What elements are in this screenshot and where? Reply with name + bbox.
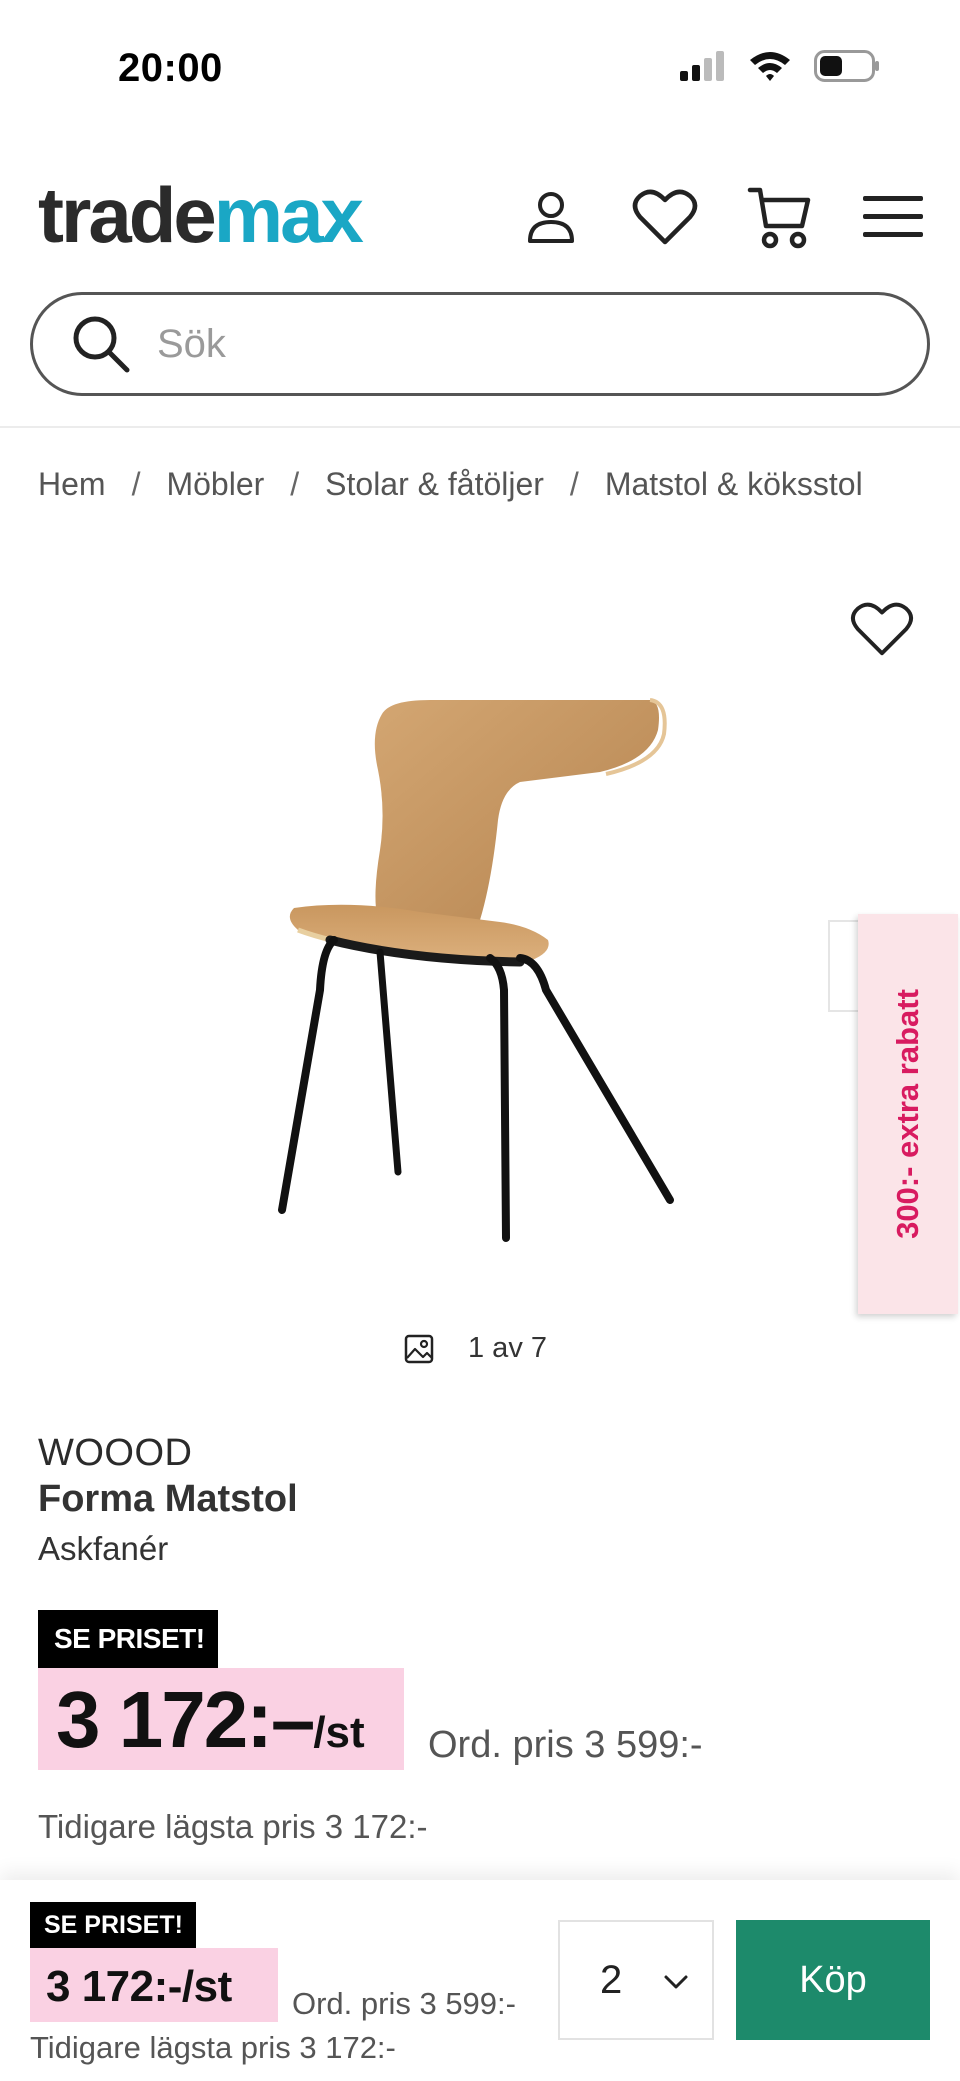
- battery-icon: [814, 50, 879, 82]
- cart-button[interactable]: [740, 182, 818, 252]
- product-price: 3 172:–/st: [56, 1680, 365, 1760]
- signal-icon: [680, 51, 724, 81]
- breadcrumb-separator: /: [290, 466, 300, 502]
- gallery-next-edge[interactable]: [828, 920, 858, 1012]
- header-divider: [0, 426, 960, 428]
- breadcrumb-item-mobler[interactable]: Möbler: [166, 466, 264, 503]
- search-bar[interactable]: [30, 292, 930, 396]
- promo-extra-discount-tab[interactable]: 300:- extra rabatt: [858, 914, 958, 1314]
- search-icon: [73, 316, 130, 373]
- ordinary-price: Ord. pris 3 599:-: [428, 1724, 703, 1766]
- logo-text-trade: trade: [38, 171, 217, 259]
- price-badge: SE PRISET!: [38, 1610, 218, 1668]
- status-bar: 20:00: [0, 0, 960, 130]
- sticky-lowest-price: Tidigare lägsta pris 3 172:-: [30, 2030, 396, 2065]
- sticky-price: 3 172:-/st: [46, 1962, 232, 2011]
- product-wishlist-button[interactable]: [850, 600, 914, 660]
- price-unit: /st: [313, 1708, 365, 1757]
- product-variant: Askfanér: [38, 1530, 169, 1567]
- breadcrumb: Hem / Möbler / Stolar & fåtöljer / Matst…: [38, 466, 863, 503]
- account-button[interactable]: [512, 182, 590, 252]
- wifi-icon: [750, 52, 790, 81]
- product-brand[interactable]: WOOOD: [38, 1432, 192, 1475]
- price-highlight-sticky: 3 172:-/st: [30, 1948, 278, 2022]
- lowest-previous-price: Tidigare lägsta pris 3 172:-: [38, 1808, 428, 1845]
- product-image-chair[interactable]: [270, 690, 690, 1250]
- search-input[interactable]: [157, 321, 917, 367]
- buy-button[interactable]: Köp: [736, 1920, 930, 2040]
- breadcrumb-separator: /: [131, 466, 141, 502]
- breadcrumb-item-matstol[interactable]: Matstol & köksstol: [605, 466, 863, 503]
- gallery-counter[interactable]: 1 av 7: [404, 1332, 547, 1365]
- product-name: Forma Matstol: [38, 1478, 298, 1520]
- chevron-down-icon: [664, 1975, 688, 1989]
- wishlist-button[interactable]: [626, 182, 704, 252]
- logo-text-max: max: [213, 171, 364, 259]
- breadcrumb-item-hem[interactable]: Hem: [38, 466, 106, 503]
- site-header: trademax: [0, 170, 960, 260]
- heart-icon: [850, 602, 914, 656]
- cart-icon: [747, 187, 811, 249]
- quantity-select[interactable]: 2: [558, 1920, 714, 2040]
- sticky-buy-bar: SE PRISET! 3 172:-/st Ord. pris 3 599:- …: [0, 1880, 960, 2081]
- status-icons: [678, 50, 880, 82]
- gallery-counter-text: 1 av 7: [468, 1332, 547, 1364]
- sticky-ordinary-price: Ord. pris 3 599:-: [292, 1986, 516, 2021]
- status-time: 20:00: [118, 46, 223, 90]
- promo-tab-label: 300:- extra rabatt: [890, 989, 925, 1239]
- price-value: 3 172:–: [56, 1675, 315, 1764]
- price-highlight: 3 172:–/st: [38, 1668, 404, 1770]
- quantity-value: 2: [600, 1957, 623, 2002]
- menu-button[interactable]: [854, 182, 932, 252]
- breadcrumb-item-stolar[interactable]: Stolar & fåtöljer: [325, 466, 544, 503]
- image-gallery-icon: [404, 1334, 434, 1363]
- price-badge-sticky: SE PRISET!: [30, 1902, 196, 1948]
- heart-icon: [632, 189, 698, 245]
- header-icons: [512, 182, 932, 252]
- breadcrumb-separator: /: [569, 466, 579, 502]
- trademax-logo[interactable]: trademax: [38, 176, 364, 254]
- account-icon: [528, 192, 574, 243]
- hamburger-menu-icon: [863, 196, 923, 237]
